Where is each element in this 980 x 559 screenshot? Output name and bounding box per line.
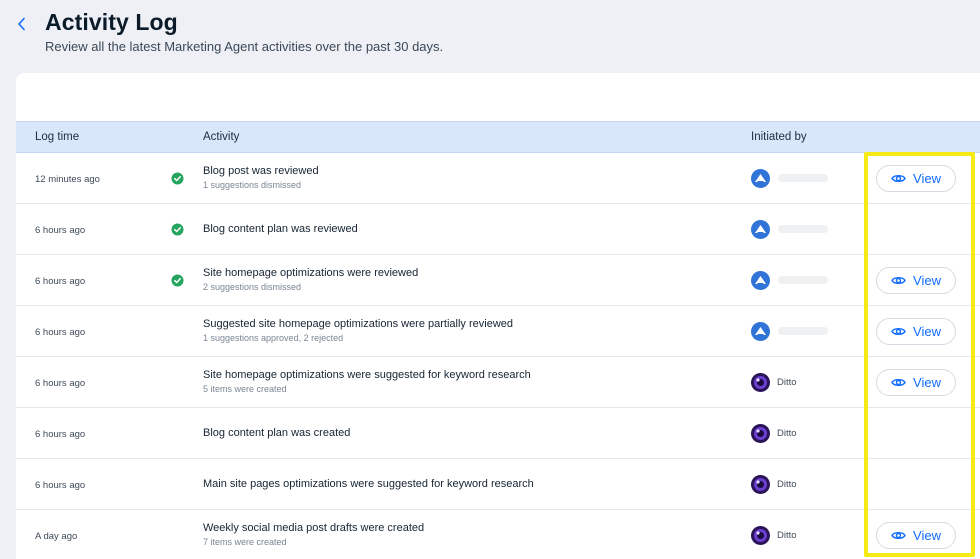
log-time: 6 hours ago bbox=[35, 480, 86, 491]
activity-title: Blog content plan was created bbox=[203, 426, 351, 439]
table-row: 6 hours ago Site homepage optimizations w… bbox=[16, 255, 980, 306]
view-button[interactable]: View bbox=[876, 369, 956, 396]
log-time: 6 hours ago bbox=[35, 327, 86, 338]
activity-cell: Blog content plan was created bbox=[203, 408, 350, 458]
table-row: 6 hours ago Blog content plan was reviewe… bbox=[16, 204, 980, 255]
check-circle-icon bbox=[171, 274, 184, 287]
log-time: A day ago bbox=[35, 531, 78, 542]
activity-subtitle: 1 suggestions approved, 2 rejected bbox=[203, 333, 344, 343]
log-time: 6 hours ago bbox=[35, 429, 86, 440]
view-button[interactable]: View bbox=[876, 522, 956, 549]
view-label: View bbox=[913, 171, 941, 186]
view-button[interactable]: View bbox=[876, 318, 956, 345]
log-time: 6 hours ago bbox=[35, 276, 86, 287]
eye-icon bbox=[891, 326, 913, 337]
log-time: 6 hours ago bbox=[35, 225, 86, 236]
redacted-name bbox=[778, 276, 828, 284]
view-label: View bbox=[913, 528, 941, 543]
column-header-activity: Activity bbox=[203, 131, 240, 143]
table-row: 6 hours ago Site homepage optimizations w… bbox=[16, 357, 980, 408]
page-header: Activity Log Review all the latest Marke… bbox=[0, 0, 980, 70]
agent-avatar bbox=[751, 372, 770, 392]
eye-icon bbox=[891, 530, 913, 541]
initiator-name: Ditto bbox=[777, 529, 797, 541]
initiated-by-cell bbox=[751, 219, 828, 239]
redacted-name bbox=[778, 225, 828, 233]
activity-title: Site homepage optimizations were suggest… bbox=[203, 369, 531, 381]
activity-table-body: 12 minutes ago Blog post was reviewed 1 su… bbox=[16, 153, 980, 559]
table-row: 12 minutes ago Blog post was reviewed 1 su… bbox=[16, 153, 980, 204]
initiated-by-cell bbox=[751, 321, 828, 341]
user-avatar bbox=[751, 168, 770, 188]
initiated-by-cell bbox=[751, 168, 828, 188]
activity-title: Weekly social media post drafts were cre… bbox=[203, 522, 425, 534]
view-label: View bbox=[913, 375, 941, 390]
initiated-by-cell bbox=[751, 270, 828, 290]
table-row: 6 hours ago Blog content plan was created… bbox=[16, 408, 980, 459]
user-avatar bbox=[751, 219, 770, 239]
activity-title: Suggested site homepage optimizations we… bbox=[203, 318, 514, 330]
initiator-name: Ditto bbox=[777, 376, 797, 388]
view-label: View bbox=[913, 273, 941, 288]
activity-subtitle: 7 items were created bbox=[203, 537, 287, 547]
user-avatar bbox=[751, 270, 770, 290]
check-circle-icon bbox=[171, 223, 184, 236]
log-time: 12 minutes ago bbox=[35, 174, 100, 185]
eye-icon bbox=[891, 173, 913, 184]
activity-cell: Suggested site homepage optimizations we… bbox=[203, 306, 513, 356]
activity-cell: Blog post was reviewed 1 suggestions dism… bbox=[203, 153, 319, 203]
log-time: 6 hours ago bbox=[35, 378, 86, 389]
eye-icon bbox=[891, 275, 913, 286]
initiator-name: Ditto bbox=[777, 427, 797, 439]
activity-cell: Site homepage optimizations were reviewe… bbox=[203, 255, 418, 305]
activity-subtitle: 2 suggestions dismissed bbox=[203, 282, 302, 292]
activity-cell: Site homepage optimizations were suggest… bbox=[203, 357, 531, 407]
activity-subtitle: 5 items were created bbox=[203, 384, 287, 394]
check-circle-icon bbox=[171, 172, 184, 185]
initiated-by-cell: Ditto bbox=[751, 372, 797, 392]
page-title: Activity Log bbox=[45, 9, 178, 35]
agent-avatar bbox=[751, 525, 770, 545]
eye-icon bbox=[891, 377, 913, 388]
table-row: 6 hours ago Suggested site homepage optim… bbox=[16, 306, 980, 357]
activity-subtitle: 1 suggestions dismissed bbox=[203, 180, 302, 190]
activity-cell: Blog content plan was reviewed bbox=[203, 204, 358, 254]
activity-card: Log time Activity Initiated by 12 minute… bbox=[16, 73, 980, 559]
chevron-left-icon bbox=[18, 17, 25, 31]
activity-cell: Weekly social media post drafts were cre… bbox=[203, 510, 424, 559]
initiator-name: Ditto bbox=[777, 478, 797, 490]
activity-title: Blog content plan was reviewed bbox=[203, 222, 358, 235]
view-button[interactable]: View bbox=[876, 267, 956, 294]
table-row: 6 hours ago Main site pages optimizations… bbox=[16, 459, 980, 510]
activity-title: Main site pages optimizations were sugge… bbox=[203, 477, 534, 490]
agent-avatar bbox=[751, 423, 770, 443]
column-header-initiated-by: Initiated by bbox=[751, 131, 807, 143]
back-button[interactable] bbox=[12, 12, 32, 36]
page-subtitle: Review all the latest Marketing Agent ac… bbox=[45, 39, 444, 54]
view-label: View bbox=[913, 324, 941, 339]
column-header-log-time: Log time bbox=[35, 131, 80, 143]
user-avatar bbox=[751, 321, 770, 341]
redacted-name bbox=[778, 174, 828, 182]
activity-cell: Main site pages optimizations were sugge… bbox=[203, 459, 534, 509]
table-header: Log time Activity Initiated by bbox=[16, 121, 980, 153]
redacted-name bbox=[778, 327, 828, 335]
activity-title: Blog post was reviewed bbox=[203, 165, 319, 177]
initiated-by-cell: Ditto bbox=[751, 474, 797, 494]
activity-title: Site homepage optimizations were reviewe… bbox=[203, 267, 419, 279]
table-row: A day ago Weekly social media post drafts… bbox=[16, 510, 980, 559]
initiated-by-cell: Ditto bbox=[751, 423, 797, 443]
initiated-by-cell: Ditto bbox=[751, 525, 797, 545]
agent-avatar bbox=[751, 474, 770, 494]
view-button[interactable]: View bbox=[876, 165, 956, 192]
